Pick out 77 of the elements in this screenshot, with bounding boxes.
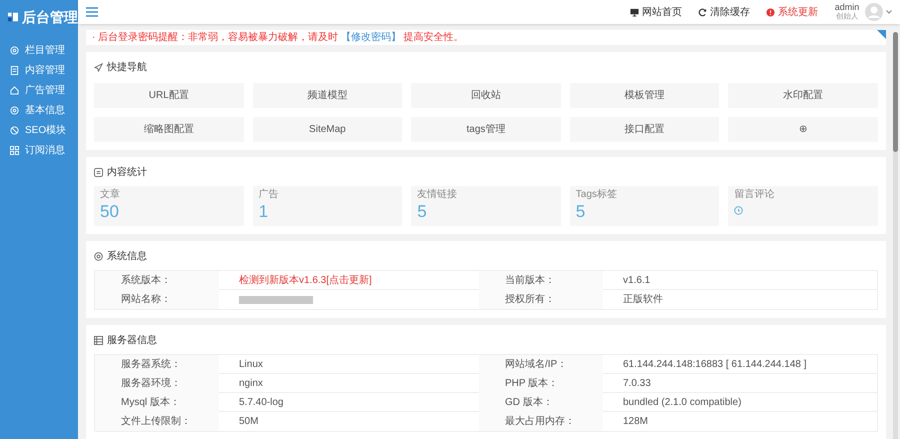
table-label-cell: 授权所有： (479, 290, 603, 309)
stat-value: 5 (417, 202, 428, 222)
table-label-cell: 网站域名/IP： (479, 355, 603, 374)
stat-label: 文章 (100, 188, 121, 202)
house-icon (10, 86, 19, 94)
table-label-cell: 系统版本： (95, 271, 219, 290)
table-cell-text: v1.6.1 (622, 274, 652, 288)
logo-icon (8, 11, 18, 23)
alert-icon (766, 8, 775, 16)
sidebar-item[interactable]: 栏目管理 (0, 40, 78, 60)
table-label-cell: 文件上传限制： (95, 412, 219, 431)
stat-label: 友情链接 (417, 188, 458, 202)
header-link[interactable]: 网站首页 (630, 4, 682, 20)
stat-value: 5 (576, 202, 586, 222)
quick-nav-button[interactable]: 接口配置 (570, 117, 720, 142)
quick-nav-button[interactable]: 缩略图配置 (94, 117, 244, 142)
sidebar-item[interactable]: 订阅消息 (0, 140, 78, 160)
table-label-cell: 最大占用内存： (479, 412, 603, 431)
table-cell-text: 128M (622, 415, 650, 429)
logo-text: 后台管理 (22, 8, 78, 26)
panel-title: 快捷导航 (107, 60, 147, 75)
caret-icon[interactable] (886, 10, 892, 14)
quick-nav-button[interactable]: 频道模型 (252, 83, 402, 108)
quick-nav-button[interactable]: 模板管理 (570, 83, 720, 108)
server-icon (94, 336, 103, 345)
sidebar-item[interactable]: SEO模块 (0, 120, 78, 140)
quick-nav-button[interactable]: 回收站 (411, 83, 561, 108)
stat-value: 1 (258, 202, 270, 222)
table-label-cell: PHP 版本： (479, 374, 603, 393)
stat-label: 留言评论 (734, 188, 776, 202)
table-cell-text: Linux (238, 358, 264, 372)
stat-label: 广告 (258, 188, 280, 202)
gear-icon (10, 106, 19, 114)
table-cell-text: 50M (238, 415, 260, 429)
stat-label: Tags标签 (576, 188, 618, 202)
password-notice: · 后台登录密码提醒：非常弱，容易被暴力破解，请及时 【修改密码】 提高安全性。 (92, 30, 464, 45)
table-cell-text: 61.144.244.148:16883 [ 61.144.244.148 ] (622, 358, 808, 372)
ban-icon (10, 126, 19, 134)
quick-nav-button[interactable]: tags管理 (411, 117, 561, 142)
menu-icon[interactable] (86, 7, 98, 17)
sidebar-item[interactable]: 广告管理 (0, 80, 78, 100)
header-link[interactable]: 清除缓存 (698, 4, 750, 20)
table-cell-text: 7.0.33 (622, 377, 652, 391)
table-cell-text: 检测到新版本v1.6.3[点击更新] (238, 274, 373, 288)
panel-title: 服务器信息 (107, 334, 157, 348)
panel-title: 内容统计 (107, 166, 147, 180)
sidebar-item[interactable]: 基本信息 (0, 100, 78, 120)
sidebar-item[interactable]: 内容管理 (0, 60, 78, 80)
table-label-cell: Mysql 版本： (95, 393, 219, 412)
document-icon (10, 66, 19, 74)
stat-value: 50 (100, 202, 120, 222)
table-label-cell: 当前版本： (479, 271, 603, 290)
table-label-cell: 服务器系统： (95, 355, 219, 374)
header-link[interactable]: 系统更新 (766, 4, 818, 20)
corner-marker-icon (877, 30, 886, 39)
quick-nav-button[interactable]: ⊕ (728, 117, 878, 142)
change-password-link[interactable]: 【修改密码】 (340, 32, 401, 43)
list-icon (94, 168, 103, 177)
table-label-cell: 服务器环境： (95, 374, 219, 393)
gear-icon (94, 252, 103, 261)
send-icon (94, 63, 103, 72)
quick-nav-button[interactable]: 水印配置 (728, 83, 878, 108)
quick-nav-button[interactable]: SiteMap (252, 117, 402, 142)
quick-nav-button[interactable]: URL配置 (94, 83, 244, 108)
refresh-icon (698, 8, 707, 16)
gear-icon (10, 46, 19, 54)
table-cell-text: 正版软件 (622, 293, 664, 307)
grid-icon (10, 146, 19, 154)
table-cell-text: nginx (238, 377, 264, 391)
table-cell-text: bundled (2.1.0 compatible) (622, 396, 742, 410)
monitor-icon (630, 8, 639, 16)
panel-title: 系统信息 (107, 250, 147, 264)
user-name: admin (834, 2, 860, 12)
table-label-cell: 网站名称： (95, 290, 219, 309)
table-cell-text: 5.7.40-log (238, 396, 284, 410)
clock-icon (734, 206, 744, 215)
table-label-cell: GD 版本： (479, 393, 603, 412)
